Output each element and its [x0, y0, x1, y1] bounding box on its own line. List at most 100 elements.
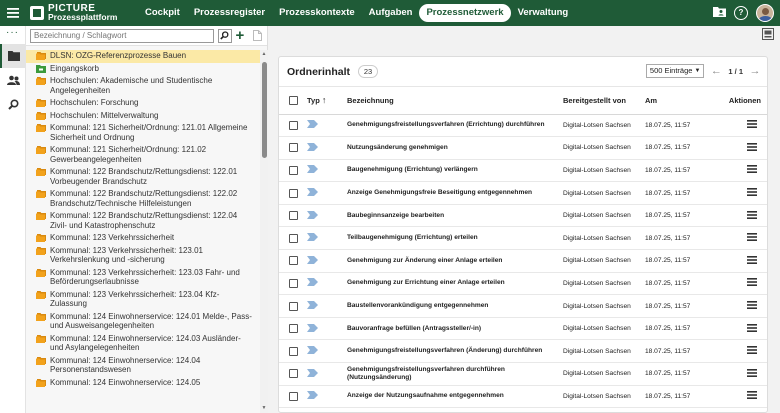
select-all-checkbox[interactable]: [289, 95, 298, 105]
table-row[interactable]: Nutzungsänderung genehmigen Digital-Lotse…: [279, 136, 767, 160]
scroll-down-arrow-icon[interactable]: ▼: [261, 406, 267, 411]
row-checkbox[interactable]: [289, 278, 298, 288]
column-provider-header[interactable]: Bereitgestellt von: [559, 87, 641, 115]
row-checkbox[interactable]: [289, 256, 298, 266]
tree-item[interactable]: Hochschulen: Forschung: [26, 97, 260, 110]
tree-item[interactable]: Kommunal: 124 Einwohnerservice: 124.04 P…: [26, 355, 260, 377]
tree-item[interactable]: Kommunal: 123 Verkehrssicherheit: 123.01…: [26, 245, 260, 267]
row-checkbox[interactable]: [289, 324, 298, 334]
nav-item-prozessregister[interactable]: Prozessregister: [187, 4, 272, 22]
row-actions-menu-icon[interactable]: [747, 323, 757, 332]
row-actions-menu-icon[interactable]: [747, 391, 757, 400]
row-actions-menu-icon[interactable]: [747, 165, 757, 174]
row-checkbox[interactable]: [289, 346, 298, 356]
table-row[interactable]: Genehmigungsfreistellungsverfahren (Ände…: [279, 339, 767, 364]
row-checkbox[interactable]: [289, 369, 298, 379]
tree-item[interactable]: Hochschulen: Akademische und Studentisch…: [26, 75, 260, 97]
nav-item-prozesskontexte[interactable]: Prozesskontexte: [272, 4, 362, 22]
export-icon[interactable]: [762, 28, 774, 40]
table-row[interactable]: Baubeginnsanzeige bearbeiten Digital-Lots…: [279, 204, 767, 228]
row-checkbox[interactable]: [289, 211, 298, 221]
nav-item-aufgaben[interactable]: Aufgaben: [362, 4, 420, 22]
next-page-arrow-icon[interactable]: →: [749, 65, 761, 77]
help-icon[interactable]: ?: [734, 6, 748, 20]
more-dots-icon[interactable]: ···: [0, 26, 25, 44]
row-actions-menu-icon[interactable]: [747, 255, 757, 264]
row-actions-menu-icon[interactable]: [747, 210, 757, 219]
scrollbar-thumb[interactable]: [261, 62, 267, 158]
sort-up-arrow-icon[interactable]: ↑: [322, 95, 327, 105]
prev-page-arrow-icon[interactable]: ←: [710, 65, 722, 77]
scroll-up-arrow-icon[interactable]: ▲: [261, 52, 267, 57]
column-date-header[interactable]: Am: [641, 87, 701, 115]
tree-scrollbar[interactable]: ▲ ▼: [260, 50, 268, 413]
tree-item[interactable]: Kommunal: 124 Einwohnerservice: 124.01 M…: [26, 311, 260, 333]
row-name[interactable]: Teilbaugenehmigung (Errichtung) erteilen: [343, 226, 559, 251]
column-name-header[interactable]: Bezeichnung: [343, 87, 559, 115]
search-input[interactable]: [30, 28, 214, 43]
row-actions-menu-icon[interactable]: [747, 278, 757, 287]
nav-item-prozessnetzwerk[interactable]: Prozessnetzwerk: [419, 4, 511, 22]
table-row[interactable]: Genehmigung zur Errichtung einer Anlage …: [279, 272, 767, 296]
row-name[interactable]: Genehmigung zur Änderung einer Anlage er…: [343, 249, 559, 273]
tree-item[interactable]: Kommunal: 122 Brandschutz/Rettungsdienst…: [26, 188, 260, 210]
rail-folder-button[interactable]: [0, 44, 26, 68]
search-button[interactable]: [217, 28, 232, 43]
row-checkbox[interactable]: [289, 233, 298, 243]
row-actions-menu-icon[interactable]: [747, 301, 757, 310]
nav-item-cockpit[interactable]: Cockpit: [138, 4, 187, 22]
row-name[interactable]: Baugenehmigung (Errichtung) verlängern: [343, 159, 559, 183]
table-row[interactable]: Teilbaugenehmigung (Errichtung) erteilen…: [279, 226, 767, 251]
folder-person-icon[interactable]: [712, 6, 726, 20]
tree-item[interactable]: Kommunal: 122 Brandschutz/Rettungsdienst…: [26, 210, 260, 232]
row-name[interactable]: Bauvoranfrage befüllen (Antragssteller/-…: [343, 317, 559, 341]
tree-item[interactable]: Kommunal: 124 Einwohnerservice: 124.05: [26, 377, 260, 390]
hamburger-menu-icon[interactable]: [0, 0, 26, 26]
table-row[interactable]: Anzeige Genehmigungsfreie Beseitigung en…: [279, 181, 767, 205]
row-name[interactable]: Baustellenvorankündigung entgegennehmen: [343, 294, 559, 318]
nav-item-verwaltung[interactable]: Verwaltung: [511, 4, 576, 22]
add-button[interactable]: +: [236, 28, 248, 43]
tree-item[interactable]: Hochschulen: Mittelverwaltung: [26, 110, 260, 123]
row-checkbox[interactable]: [289, 301, 298, 311]
tree-item[interactable]: Eingangskorb: [26, 63, 260, 76]
tree-item[interactable]: Kommunal: 123 Verkehrssicherheit: 123.04…: [26, 289, 260, 311]
table-row[interactable]: Baustellenvorankündigung entgegennehmen D…: [279, 294, 767, 318]
avatar[interactable]: [756, 4, 774, 22]
row-checkbox[interactable]: [289, 165, 298, 175]
tree-item[interactable]: DLSN: OZG-Referenzprozesse Bauen: [26, 50, 260, 63]
page-size-select[interactable]: 500 Einträge ▼: [645, 64, 705, 78]
row-name[interactable]: Genehmigungsfreistellungsverfahren (Erri…: [343, 114, 559, 138]
row-actions-menu-icon[interactable]: [747, 142, 757, 151]
app-logo[interactable]: PICTURE Prozessplattform: [30, 4, 130, 22]
new-document-icon[interactable]: [251, 29, 263, 43]
column-type-header[interactable]: Typ ↑: [303, 87, 343, 115]
row-name[interactable]: Anzeige der Nutzungsaufnahme entgegenneh…: [343, 385, 559, 409]
tree-item[interactable]: Kommunal: 121 Sicherheit/Ordnung: 121.02…: [26, 144, 260, 166]
row-checkbox[interactable]: [289, 120, 298, 130]
row-checkbox[interactable]: [289, 391, 298, 401]
row-name[interactable]: Genehmigungsfreistellungsverfahren (Ände…: [343, 339, 559, 364]
row-name[interactable]: Baubeginnsanzeige bearbeiten: [343, 204, 559, 228]
row-name[interactable]: Genehmigungsfreistellungsverfahren durch…: [343, 362, 559, 386]
row-name[interactable]: Genehmigung zur Errichtung einer Anlage …: [343, 272, 559, 296]
tree-item[interactable]: Kommunal: 123 Verkehrssicherheit: [26, 232, 260, 245]
row-name[interactable]: Nutzungsänderung genehmigen: [343, 136, 559, 160]
table-row[interactable]: Genehmigungsfreistellungsverfahren durch…: [279, 362, 767, 386]
row-actions-menu-icon[interactable]: [747, 368, 757, 377]
tree-item[interactable]: Kommunal: 124 Einwohnerservice: 124.03 A…: [26, 333, 260, 355]
row-checkbox[interactable]: [289, 143, 298, 153]
table-row[interactable]: Baugenehmigung (Errichtung) verlängern Di…: [279, 159, 767, 183]
tree-item[interactable]: Kommunal: 123 Verkehrssicherheit: 123.03…: [26, 267, 260, 289]
table-row[interactable]: Genehmigung zur Änderung einer Anlage er…: [279, 249, 767, 273]
row-actions-menu-icon[interactable]: [747, 233, 757, 242]
tree-item[interactable]: Kommunal: 122 Brandschutz/Rettungsdienst…: [26, 166, 260, 188]
table-row[interactable]: Bauvoranfrage befüllen (Antragssteller/-…: [279, 317, 767, 341]
row-actions-menu-icon[interactable]: [747, 346, 757, 355]
rail-users-button[interactable]: [0, 68, 26, 92]
tree-item[interactable]: Kommunal: 121 Sicherheit/Ordnung: 121.01…: [26, 122, 260, 144]
row-actions-menu-icon[interactable]: [747, 120, 757, 129]
row-name[interactable]: Anzeige Genehmigungsfreie Beseitigung en…: [343, 181, 559, 205]
rail-search-button[interactable]: [0, 92, 26, 116]
row-actions-menu-icon[interactable]: [747, 188, 757, 197]
